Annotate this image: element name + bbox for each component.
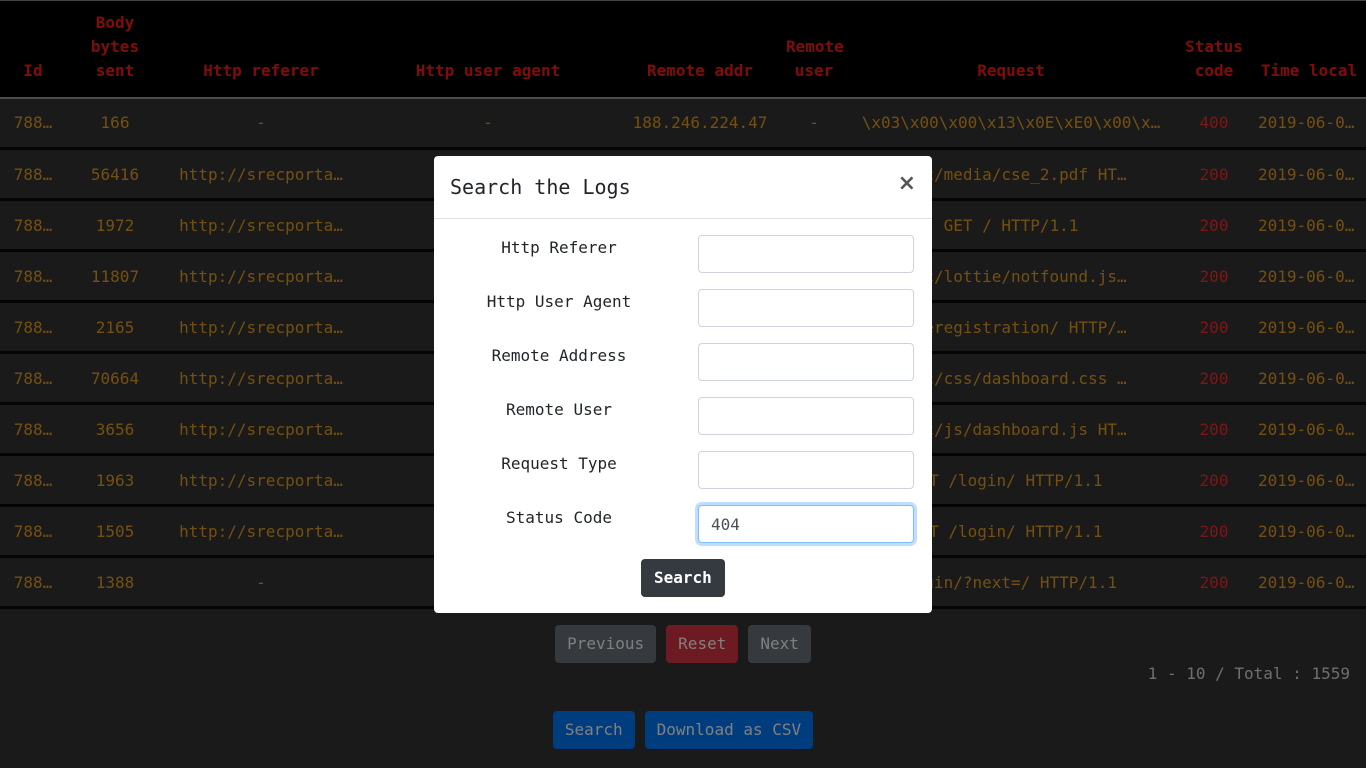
http-referer-input[interactable] [698,235,914,273]
close-icon[interactable]: × [898,172,916,196]
request-type-label: Request Type [501,454,617,473]
field-http-referer: Http Referer [434,235,932,273]
remote-user-label: Remote User [506,400,612,419]
modal-search-button[interactable]: Search [641,559,725,597]
field-remote-user: Remote User [434,397,932,435]
status-code-input[interactable] [698,505,914,543]
search-modal: Search the Logs × Http Referer Http User… [434,156,932,613]
http-user-agent-label: Http User Agent [486,292,632,311]
field-http-user-agent: Http User Agent [434,289,932,327]
field-request-type: Request Type [434,451,932,489]
status-code-label: Status Code [506,508,612,527]
modal-title: Search the Logs [450,175,631,199]
remote-address-label: Remote Address [491,346,627,365]
request-type-input[interactable] [698,451,914,489]
http-referer-label: Http Referer [501,238,617,257]
http-user-agent-input[interactable] [698,289,914,327]
remote-address-input[interactable] [698,343,914,381]
remote-user-input[interactable] [698,397,914,435]
field-remote-address: Remote Address [434,343,932,381]
field-status-code: Status Code [434,505,932,543]
modal-header: Search the Logs × [434,156,932,219]
